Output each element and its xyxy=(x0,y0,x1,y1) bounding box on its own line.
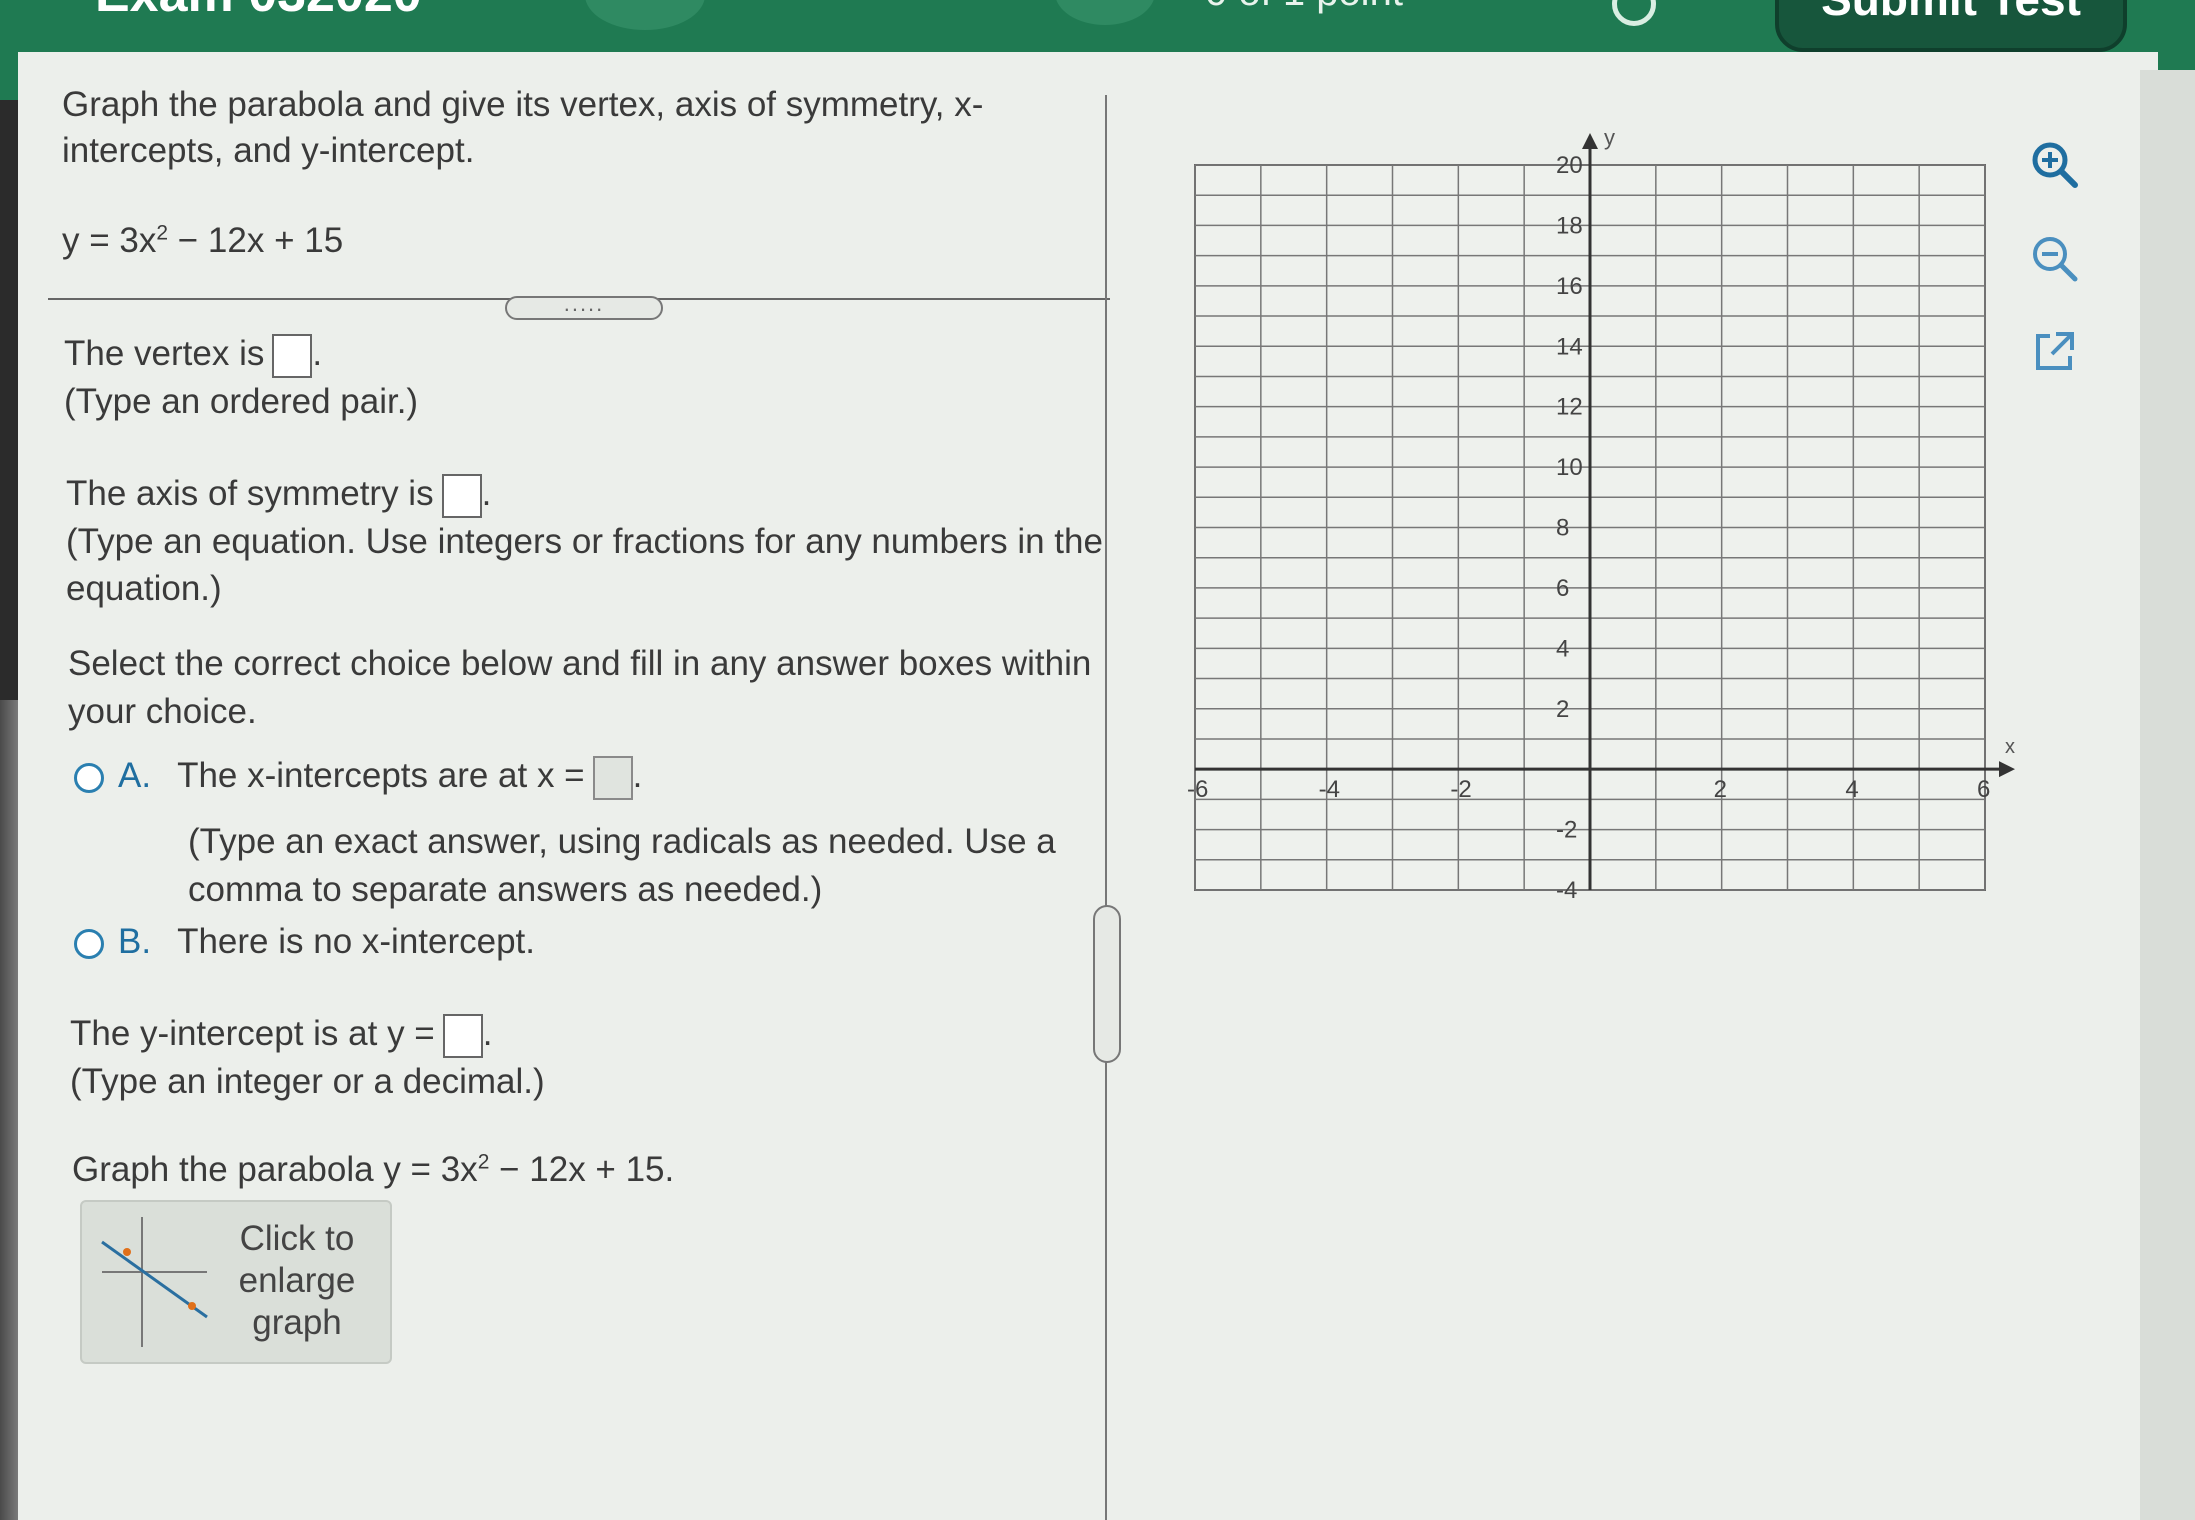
y-tick-label: 16 xyxy=(1556,273,1583,300)
y-tick-label: 18 xyxy=(1556,212,1583,239)
option-a-text: The x-intercepts are at x = xyxy=(177,756,585,795)
question-prompt: Graph the parabola and give its vertex, … xyxy=(62,85,984,171)
option-a[interactable]: A. The x-intercepts are at x =. xyxy=(74,752,1074,800)
y-intercept-answer-box[interactable] xyxy=(442,1013,483,1058)
y-intercept-hint: (Type an integer or a decimal.) xyxy=(70,1061,545,1101)
zoom-out-icon[interactable] xyxy=(2028,232,2082,286)
settings-icon[interactable] xyxy=(1612,0,1656,26)
submit-test-button[interactable]: Submit Test xyxy=(1775,0,2127,52)
axis-hint: (Type an equation. Use integers or fract… xyxy=(66,521,1103,609)
panel-edge xyxy=(2140,70,2195,1520)
option-a-hint: (Type an exact answer, using radicals as… xyxy=(188,822,1056,909)
vertex-part: The vertex is. (Type an ordered pair.) xyxy=(64,333,419,421)
graph-thumbnail-icon xyxy=(101,1217,208,1347)
enlarge-graph-button[interactable]: Click to enlarge graph xyxy=(80,1200,392,1364)
y-tick-label: 10 xyxy=(1556,454,1583,481)
x-tick-label: -2 xyxy=(1450,776,1471,803)
vertex-answer-box[interactable] xyxy=(272,333,313,378)
graph-prompt: Graph the parabola y = 3x2 − 12x + 15. xyxy=(72,1150,675,1189)
pane-divider xyxy=(1105,95,1107,1520)
coordinate-grid[interactable]: x y -6 -4 -2 2 4 6 20 18 16 14 12 10 8 6 4 2 -2 -4 xyxy=(1175,120,2015,950)
divider-handle[interactable]: ..... xyxy=(505,293,663,320)
y-tick-label: -2 xyxy=(1556,817,1577,844)
axis-label: The axis of symmetry is xyxy=(66,474,434,513)
x-tick-label: 6 xyxy=(1977,776,1990,803)
score-text: 0 of 1 point xyxy=(1205,0,1403,15)
enlarge-graph-label: Click to enlarge graph xyxy=(238,1219,356,1342)
axis-part: The axis of symmetry is. (Type an equati… xyxy=(66,473,1103,609)
option-a-letter: A. xyxy=(118,756,152,795)
y-tick-label: 6 xyxy=(1556,575,1569,602)
x-axis-label: x xyxy=(2005,736,2015,758)
popout-icon[interactable] xyxy=(2028,324,2082,378)
option-b-letter: B. xyxy=(118,922,152,961)
x-tick-label: 4 xyxy=(1845,776,1858,803)
y-tick-label: 20 xyxy=(1556,152,1583,179)
option-b-radio[interactable] xyxy=(74,928,104,959)
y-intercept-part: The y-intercept is at y =. (Type an inte… xyxy=(70,1013,545,1101)
select-instruction: Select the correct choice below and fill… xyxy=(68,644,1092,731)
y-tick-label: 14 xyxy=(1556,333,1583,360)
option-a-radio[interactable] xyxy=(74,762,104,793)
vertex-hint: (Type an ordered pair.) xyxy=(64,381,419,421)
exam-title: Exam 032020 xyxy=(95,0,422,24)
y-tick-label: 4 xyxy=(1556,635,1569,662)
option-b-text: There is no x-intercept. xyxy=(177,922,536,961)
axis-answer-box[interactable] xyxy=(441,473,482,518)
y-tick-label: 8 xyxy=(1556,515,1569,542)
x-axis-arrow xyxy=(1999,761,2015,778)
x-tick-label: -4 xyxy=(1319,776,1340,803)
question-equation: y = 3x2 − 12x + 15 xyxy=(62,221,344,260)
header-decoration xyxy=(1055,0,1155,25)
y-tick-label: 12 xyxy=(1556,394,1583,421)
y-axis-arrow xyxy=(1582,133,1598,149)
y-tick-label: -4 xyxy=(1556,877,1577,904)
pane-divider-handle[interactable] xyxy=(1093,905,1121,1063)
zoom-in-icon[interactable] xyxy=(2028,138,2082,192)
y-tick-label: 2 xyxy=(1556,696,1569,723)
y-axis-label: y xyxy=(1604,125,1615,150)
header-decoration xyxy=(585,0,705,30)
x-tick-label: 2 xyxy=(1714,776,1727,803)
x-intercept-answer-box[interactable] xyxy=(592,755,633,800)
vertex-label: The vertex is xyxy=(64,334,265,373)
x-tick-label: -6 xyxy=(1187,776,1208,803)
y-intercept-label: The y-intercept is at y = xyxy=(70,1014,435,1053)
option-b[interactable]: B. There is no x-intercept. xyxy=(74,918,535,966)
